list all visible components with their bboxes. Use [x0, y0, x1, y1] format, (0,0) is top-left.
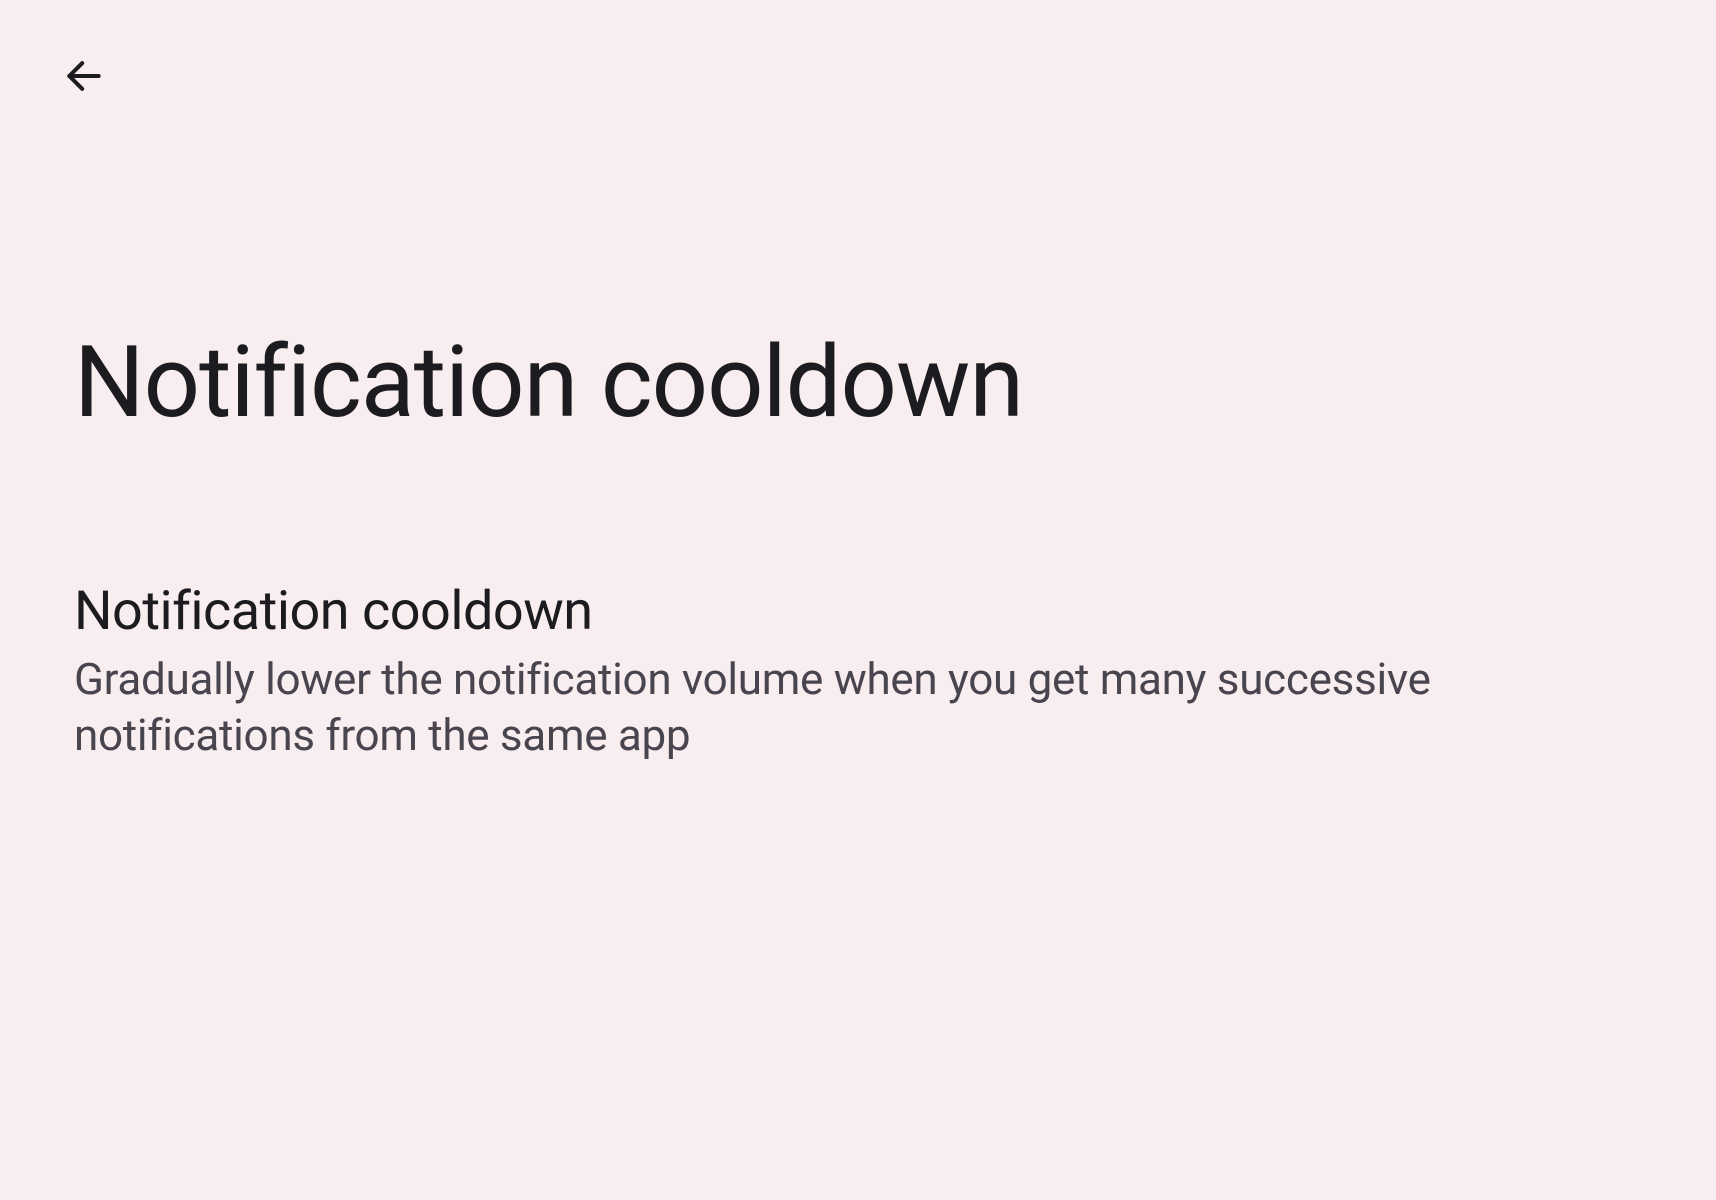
back-button[interactable]: [58, 50, 110, 102]
page-title: Notification cooldown: [74, 325, 1023, 441]
setting-title: Notification cooldown: [74, 580, 1642, 643]
arrow-left-icon: [62, 54, 106, 98]
setting-item-notification-cooldown[interactable]: Notification cooldown Gradually lower th…: [74, 580, 1642, 764]
setting-description: Gradually lower the notification volume …: [74, 651, 1642, 764]
